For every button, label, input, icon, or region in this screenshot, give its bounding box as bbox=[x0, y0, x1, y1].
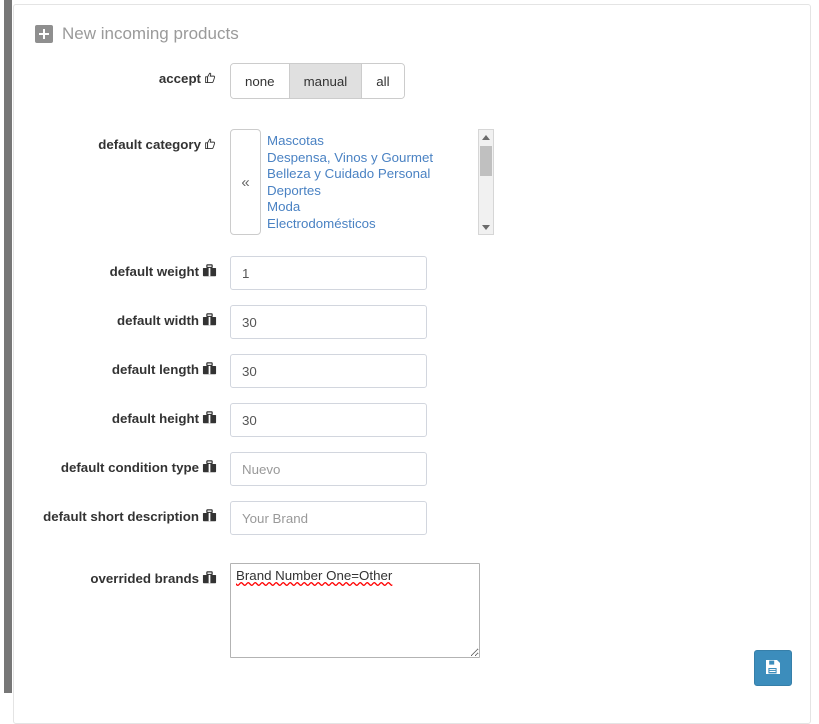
page-scrollbar-strip[interactable] bbox=[4, 0, 12, 693]
save-button[interactable] bbox=[754, 650, 792, 686]
form-row-accept: accept none manual all bbox=[14, 63, 810, 99]
list-item[interactable]: Electrodomésticos bbox=[267, 216, 478, 233]
field-default-category: « Mascotas Despensa, Vinos y Gourmet Bel… bbox=[230, 129, 810, 235]
form-row-default-short-description: default short description bbox=[14, 501, 810, 535]
form-row-default-condition-type: default condition type bbox=[14, 452, 810, 486]
floppy-save-icon bbox=[765, 659, 781, 678]
label-default-category-text: default category bbox=[98, 137, 201, 152]
form-row-default-weight: default weight bbox=[14, 256, 810, 290]
accept-option-none[interactable]: none bbox=[231, 64, 289, 98]
field-default-short-description bbox=[230, 501, 810, 535]
default-condition-type-input[interactable] bbox=[230, 452, 427, 486]
form-row-default-length: default length bbox=[14, 354, 810, 388]
category-list-scrollbar[interactable] bbox=[478, 129, 494, 235]
caret-down-icon[interactable] bbox=[479, 220, 493, 234]
briefcase-icon bbox=[202, 264, 217, 282]
list-item[interactable]: Belleza y Cuidado Personal bbox=[267, 166, 478, 183]
default-weight-input[interactable] bbox=[230, 256, 427, 290]
accept-button-group[interactable]: none manual all bbox=[230, 63, 405, 99]
briefcase-icon bbox=[202, 362, 217, 380]
form-row-overrided-brands: overrided brands bbox=[14, 563, 810, 663]
thumbs-up-icon bbox=[204, 71, 217, 89]
label-default-length: default length bbox=[14, 354, 217, 388]
label-default-height-text: default height bbox=[112, 411, 199, 426]
label-default-short-description-text: default short description bbox=[43, 509, 199, 524]
field-default-length bbox=[230, 354, 810, 388]
label-default-condition-type-text: default condition type bbox=[61, 460, 199, 475]
field-default-weight bbox=[230, 256, 810, 290]
overrided-brands-textarea[interactable] bbox=[230, 563, 480, 658]
accept-option-manual[interactable]: manual bbox=[289, 64, 362, 98]
list-item[interactable]: Moda bbox=[267, 199, 478, 216]
label-default-short-description: default short description bbox=[14, 501, 217, 535]
briefcase-icon bbox=[202, 460, 217, 478]
form-row-default-width: default width bbox=[14, 305, 810, 339]
scrollbar-thumb[interactable] bbox=[480, 146, 492, 176]
caret-up-icon[interactable] bbox=[479, 130, 493, 144]
briefcase-icon bbox=[202, 571, 217, 589]
label-accept: accept bbox=[14, 63, 217, 99]
label-default-weight: default weight bbox=[14, 256, 217, 290]
field-default-width bbox=[230, 305, 810, 339]
label-accept-text: accept bbox=[159, 71, 201, 86]
default-height-input[interactable] bbox=[230, 403, 427, 437]
label-default-width: default width bbox=[14, 305, 217, 339]
default-width-input[interactable] bbox=[230, 305, 427, 339]
briefcase-icon bbox=[202, 313, 217, 331]
label-overrided-brands: overrided brands bbox=[14, 563, 217, 663]
field-default-height bbox=[230, 403, 810, 437]
default-length-input[interactable] bbox=[230, 354, 427, 388]
field-default-condition-type bbox=[230, 452, 810, 486]
label-default-category: default category bbox=[14, 129, 217, 235]
label-default-weight-text: default weight bbox=[110, 264, 199, 279]
category-list[interactable]: Mascotas Despensa, Vinos y Gourmet Belle… bbox=[267, 129, 478, 235]
form-row-default-category: default category « Mascotas Despensa, Vi… bbox=[14, 129, 810, 235]
move-left-button[interactable]: « bbox=[230, 129, 261, 235]
thumbs-up-icon bbox=[204, 137, 217, 155]
default-short-description-input[interactable] bbox=[230, 501, 427, 535]
label-default-length-text: default length bbox=[112, 362, 199, 377]
panel-header: New incoming products bbox=[14, 5, 810, 63]
plus-square-icon[interactable] bbox=[35, 25, 53, 43]
page-title: New incoming products bbox=[62, 24, 239, 44]
label-overrided-brands-text: overrided brands bbox=[90, 571, 199, 586]
briefcase-icon bbox=[202, 509, 217, 527]
label-default-condition-type: default condition type bbox=[14, 452, 217, 486]
form-row-default-height: default height bbox=[14, 403, 810, 437]
field-accept: none manual all bbox=[230, 63, 810, 99]
category-dual-list-picker: « Mascotas Despensa, Vinos y Gourmet Bel… bbox=[230, 129, 810, 235]
field-overrided-brands bbox=[230, 563, 810, 663]
label-default-width-text: default width bbox=[117, 313, 199, 328]
label-default-height: default height bbox=[14, 403, 217, 437]
list-item[interactable]: Deportes bbox=[267, 183, 478, 200]
accept-option-all[interactable]: all bbox=[361, 64, 403, 98]
incoming-products-panel: New incoming products accept none manual… bbox=[13, 4, 811, 724]
list-item[interactable]: Mascotas bbox=[267, 133, 478, 150]
list-item[interactable]: Despensa, Vinos y Gourmet bbox=[267, 150, 478, 167]
briefcase-icon bbox=[202, 411, 217, 429]
